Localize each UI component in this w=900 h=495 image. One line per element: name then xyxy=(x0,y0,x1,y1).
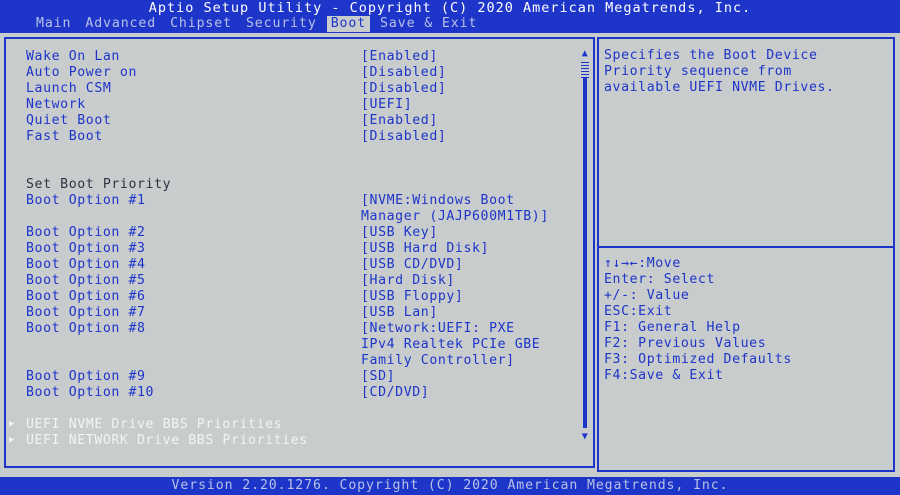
boot-priority-heading: Set Boot Priority xyxy=(26,177,172,192)
help-panel: Specifies the Boot Device Priority seque… xyxy=(597,37,895,472)
divider xyxy=(599,246,893,248)
title-bar: Aptio Setup Utility - Copyright (C) 2020… xyxy=(0,0,900,33)
help-line: Priority sequence from xyxy=(604,64,792,79)
boot-option-10-label[interactable]: Boot Option #10 xyxy=(26,385,154,401)
scroll-track[interactable] xyxy=(583,62,587,428)
tab-security[interactable]: Security xyxy=(242,16,321,32)
boot-option-1-value[interactable]: [NVME:Windows Boot xyxy=(361,193,515,209)
network-value[interactable]: [UEFI] xyxy=(361,97,412,113)
boot-option-2-value[interactable]: [USB Key] xyxy=(361,225,438,241)
scrollbar[interactable]: ▲ ▼ xyxy=(579,48,591,444)
boot-option-2-label[interactable]: Boot Option #2 xyxy=(26,225,146,241)
tab-boot[interactable]: Boot xyxy=(326,16,371,32)
boot-option-9-label[interactable]: Boot Option #9 xyxy=(26,369,146,385)
tab-chipset[interactable]: Chipset xyxy=(166,16,236,32)
help-line: available UEFI NVME Drives. xyxy=(604,80,835,95)
version-footer: Version 2.20.1276. Copyright (C) 2020 Am… xyxy=(0,477,900,495)
boot-option-1-label[interactable]: Boot Option #1 xyxy=(26,193,146,209)
quiet-boot-value[interactable]: [Enabled] xyxy=(361,113,438,129)
boot-option-6-value[interactable]: [USB Floppy] xyxy=(361,289,463,305)
boot-option-5-value[interactable]: [Hard Disk] xyxy=(361,273,455,289)
auto-power-on-value[interactable]: [Disabled] xyxy=(361,65,446,81)
submenu-nvme-bbs-priorities[interactable]: UEFI NVME Drive BBS Priorities xyxy=(26,417,282,433)
settings-panel: Wake On Lan [Enabled] Auto Power on [Dis… xyxy=(4,37,595,468)
key-hint-value: +/-: Value xyxy=(604,288,690,303)
help-description: Specifies the Boot Device Priority seque… xyxy=(604,48,835,96)
launch-csm-value[interactable]: [Disabled] xyxy=(361,81,446,97)
submenu-network-bbs-priorities[interactable]: UEFI NETWORK Drive BBS Priorities xyxy=(26,433,308,449)
boot-option-5-label[interactable]: Boot Option #5 xyxy=(26,273,146,289)
auto-power-on-label[interactable]: Auto Power on xyxy=(26,65,137,81)
fast-boot-label[interactable]: Fast Boot xyxy=(26,129,103,145)
submenu-arrow-icon: ▶ xyxy=(9,435,16,445)
submenu-arrow-icon: ▶ xyxy=(9,419,16,429)
boot-option-8-label[interactable]: Boot Option #8 xyxy=(26,321,146,337)
key-hint-previous-values: F2: Previous Values xyxy=(604,336,767,351)
tab-bar: Main Advanced Chipset Security Boot Save… xyxy=(32,16,487,32)
key-hint-move: ↑↓→←:Move xyxy=(604,256,681,271)
key-hint-general-help: F1: General Help xyxy=(604,320,741,335)
network-label[interactable]: Network xyxy=(26,97,86,113)
tab-advanced[interactable]: Advanced xyxy=(81,16,160,32)
scroll-down-arrow-icon[interactable]: ▼ xyxy=(579,431,591,443)
wake-on-lan-value[interactable]: [Enabled] xyxy=(361,49,438,65)
key-legend: ↑↓→←:Move Enter: Select +/-: Value ESC:E… xyxy=(604,256,792,384)
boot-option-7-value[interactable]: [USB Lan] xyxy=(361,305,438,321)
wake-on-lan-label[interactable]: Wake On Lan xyxy=(26,49,120,65)
boot-option-4-label[interactable]: Boot Option #4 xyxy=(26,257,146,273)
boot-option-8-value[interactable]: [Network:UEFI: PXE xyxy=(361,321,515,337)
boot-option-3-value[interactable]: [USB Hard Disk] xyxy=(361,241,489,257)
key-hint-select: Enter: Select xyxy=(604,272,716,287)
tab-save-exit[interactable]: Save & Exit xyxy=(376,16,481,32)
scroll-up-arrow-icon[interactable]: ▲ xyxy=(579,48,591,60)
boot-option-1-value-cont: Manager (JAJP600M1TB)] xyxy=(361,209,549,224)
fast-boot-value[interactable]: [Disabled] xyxy=(361,129,446,145)
boot-option-10-value[interactable]: [CD/DVD] xyxy=(361,385,429,401)
key-hint-exit: ESC:Exit xyxy=(604,304,673,319)
boot-option-7-label[interactable]: Boot Option #7 xyxy=(26,305,146,321)
scroll-thumb[interactable] xyxy=(581,62,589,78)
boot-option-8-value-cont: IPv4 Realtek PCIe GBE xyxy=(361,337,541,352)
key-hint-save-exit: F4:Save & Exit xyxy=(604,368,724,383)
boot-option-3-label[interactable]: Boot Option #3 xyxy=(26,241,146,257)
help-line: Specifies the Boot Device xyxy=(604,48,818,63)
boot-option-4-value[interactable]: [USB CD/DVD] xyxy=(361,257,463,273)
tab-main[interactable]: Main xyxy=(32,16,75,32)
boot-option-8-value-cont: Family Controller] xyxy=(361,353,515,368)
boot-option-9-value[interactable]: [SD] xyxy=(361,369,395,385)
boot-option-6-label[interactable]: Boot Option #6 xyxy=(26,289,146,305)
quiet-boot-label[interactable]: Quiet Boot xyxy=(26,113,111,129)
app-title: Aptio Setup Utility - Copyright (C) 2020… xyxy=(148,0,752,16)
key-hint-optimized-defaults: F3: Optimized Defaults xyxy=(604,352,792,367)
launch-csm-label[interactable]: Launch CSM xyxy=(26,81,111,97)
